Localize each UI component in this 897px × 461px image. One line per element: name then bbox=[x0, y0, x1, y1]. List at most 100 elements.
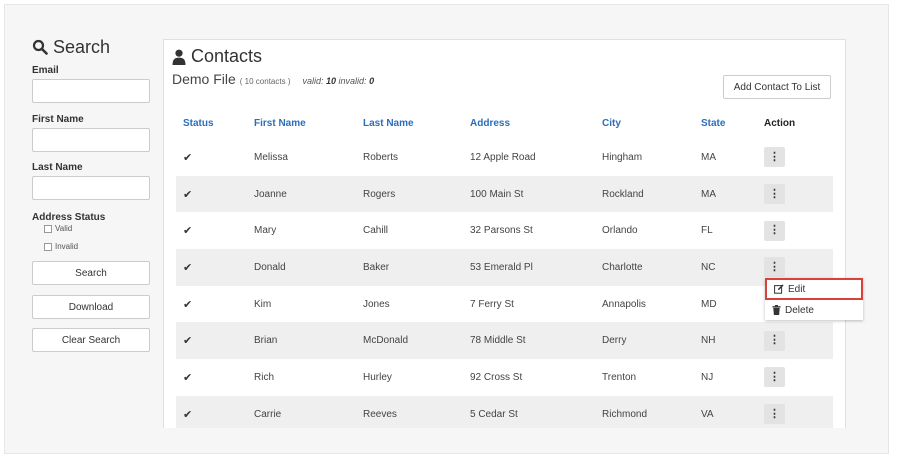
valid-option: Valid bbox=[44, 224, 156, 233]
last-name-cell: Rogers bbox=[356, 175, 463, 213]
city-cell: Hingham bbox=[602, 151, 643, 163]
column-last-name[interactable]: Last Name bbox=[356, 107, 463, 139]
row-actions-button[interactable]: ⋮ bbox=[764, 330, 785, 351]
edit-label: Edit bbox=[788, 283, 806, 295]
validity-summary: valid: 10 invalid: 0 bbox=[302, 76, 374, 86]
column-address[interactable]: Address bbox=[463, 107, 595, 139]
invalid-checkbox[interactable] bbox=[44, 242, 52, 251]
city-cell: Orlando bbox=[602, 225, 638, 237]
last-name-cell: Hurley bbox=[363, 371, 392, 383]
table-row: ✔ Donald Baker 53 Emerald Pl Charlotte N… bbox=[176, 249, 833, 286]
action-cell: ⋮ bbox=[757, 395, 833, 428]
table-row: ✔ Joanne Rogers 100 Main St Rockland MA … bbox=[176, 175, 833, 213]
first-name-cell: Kim bbox=[254, 298, 272, 310]
column-state[interactable]: State bbox=[694, 107, 757, 139]
delete-menu-item[interactable]: Delete bbox=[765, 300, 863, 320]
row-actions-button[interactable]: ⋮ bbox=[764, 367, 785, 388]
address-cell: 92 Cross St bbox=[470, 371, 523, 383]
invalid-count: 0 bbox=[369, 76, 375, 86]
table-row: ✔ Kim Jones 7 Ferry St Annapolis MD bbox=[176, 286, 833, 323]
vertical-ellipsis-icon: ⋮ bbox=[769, 334, 780, 347]
valid-checkbox[interactable] bbox=[44, 224, 52, 233]
first-name-cell: Melissa bbox=[254, 151, 288, 163]
trash-icon bbox=[772, 305, 781, 315]
action-cell: ⋮ bbox=[757, 359, 833, 396]
valid-check-icon: ✔ bbox=[183, 151, 193, 164]
last-name-label: Last Name bbox=[32, 162, 83, 173]
email-field[interactable] bbox=[32, 79, 150, 103]
address-status-label: Address Status bbox=[32, 212, 106, 223]
last-name-field[interactable] bbox=[32, 176, 150, 200]
invalid-count-label: invalid: bbox=[338, 76, 367, 86]
valid-check-icon: ✔ bbox=[183, 225, 193, 238]
action-cell: ⋮ bbox=[757, 139, 833, 176]
row-actions-button[interactable]: ⋮ bbox=[764, 184, 785, 205]
vertical-ellipsis-icon: ⋮ bbox=[769, 407, 780, 420]
table-row: ✔ Melissa Roberts 12 Apple Road Hingham … bbox=[176, 139, 833, 176]
vertical-ellipsis-icon: ⋮ bbox=[769, 150, 780, 163]
row-actions-button[interactable]: ⋮ bbox=[764, 404, 785, 425]
valid-check-icon: ✔ bbox=[176, 175, 247, 213]
download-button[interactable]: Download bbox=[32, 295, 150, 319]
panel-title: Contacts bbox=[191, 46, 263, 66]
action-cell: ⋮ bbox=[757, 175, 833, 213]
state-cell: MD bbox=[701, 298, 717, 310]
search-icon bbox=[32, 39, 48, 55]
valid-count-label: valid: bbox=[302, 76, 324, 86]
vertical-ellipsis-icon: ⋮ bbox=[769, 187, 780, 200]
column-first-name[interactable]: First Name bbox=[247, 107, 356, 139]
edit-menu-item[interactable]: Edit bbox=[765, 278, 863, 300]
last-name-cell: McDonald bbox=[356, 322, 463, 360]
email-label: Email bbox=[32, 65, 59, 76]
state-cell: NH bbox=[694, 322, 757, 360]
city-cell: Richmond bbox=[595, 395, 694, 428]
first-name-cell: Rich bbox=[254, 371, 275, 383]
table-row: ✔ Rich Hurley 92 Cross St Trenton NJ ⋮ bbox=[176, 359, 833, 396]
edit-icon bbox=[774, 284, 784, 294]
city-cell: Rockland bbox=[595, 175, 694, 213]
search-title: Search bbox=[53, 36, 111, 57]
row-actions-button[interactable]: ⋮ bbox=[764, 257, 785, 278]
column-city[interactable]: City bbox=[595, 107, 694, 139]
first-name-cell: Carrie bbox=[247, 395, 356, 428]
first-name-cell: Joanne bbox=[247, 175, 356, 213]
clear-search-button[interactable]: Clear Search bbox=[32, 328, 150, 352]
city-cell: Trenton bbox=[602, 371, 637, 383]
city-cell: Charlotte bbox=[595, 249, 694, 286]
valid-check-icon: ✔ bbox=[176, 249, 247, 286]
last-name-cell: Jones bbox=[363, 298, 390, 310]
column-status[interactable]: Status bbox=[176, 107, 247, 139]
column-action: Action bbox=[764, 117, 796, 129]
row-action-menu: Edit Delete bbox=[765, 278, 863, 320]
vertical-ellipsis-icon: ⋮ bbox=[769, 224, 780, 237]
table-header-row: Status First Name Last Name Address City… bbox=[176, 107, 833, 139]
valid-checkbox-label: Valid bbox=[55, 224, 73, 233]
state-cell: MA bbox=[694, 175, 757, 213]
action-cell: ⋮ bbox=[757, 212, 833, 249]
table-row: ✔ Carrie Reeves 5 Cedar St Richmond VA ⋮ bbox=[176, 395, 833, 428]
valid-check-icon: ✔ bbox=[183, 371, 193, 384]
first-name-field[interactable] bbox=[32, 128, 150, 152]
search-heading: Search bbox=[32, 36, 156, 58]
state-cell: NJ bbox=[701, 371, 714, 383]
last-name-cell: Reeves bbox=[356, 395, 463, 428]
valid-check-icon: ✔ bbox=[176, 395, 247, 428]
contacts-table: Status First Name Last Name Address City… bbox=[176, 107, 833, 428]
search-button[interactable]: Search bbox=[32, 261, 150, 285]
city-cell: Annapolis bbox=[602, 298, 646, 310]
address-cell: 32 Parsons St bbox=[470, 225, 533, 237]
add-contact-button[interactable]: Add Contact To List bbox=[723, 75, 831, 99]
address-cell: 5 Cedar St bbox=[463, 395, 595, 428]
table-row: ✔ Brian McDonald 78 Middle St Derry NH ⋮ bbox=[176, 322, 833, 360]
table-row: ✔ Mary Cahill 32 Parsons St Orlando FL ⋮ bbox=[176, 212, 833, 249]
vertical-ellipsis-icon: ⋮ bbox=[769, 370, 780, 383]
delete-label: Delete bbox=[785, 304, 814, 316]
panel-heading: Contacts bbox=[172, 46, 262, 67]
row-actions-button[interactable]: ⋮ bbox=[764, 147, 785, 168]
row-actions-button[interactable]: ⋮ bbox=[764, 220, 785, 241]
file-info: Demo File ( 10 contacts ) valid: 10 inva… bbox=[172, 71, 374, 87]
address-cell: 7 Ferry St bbox=[470, 298, 514, 310]
user-icon bbox=[172, 49, 186, 65]
contacts-panel: Contacts Demo File ( 10 contacts ) valid… bbox=[163, 39, 846, 428]
first-name-cell: Mary bbox=[254, 225, 277, 237]
